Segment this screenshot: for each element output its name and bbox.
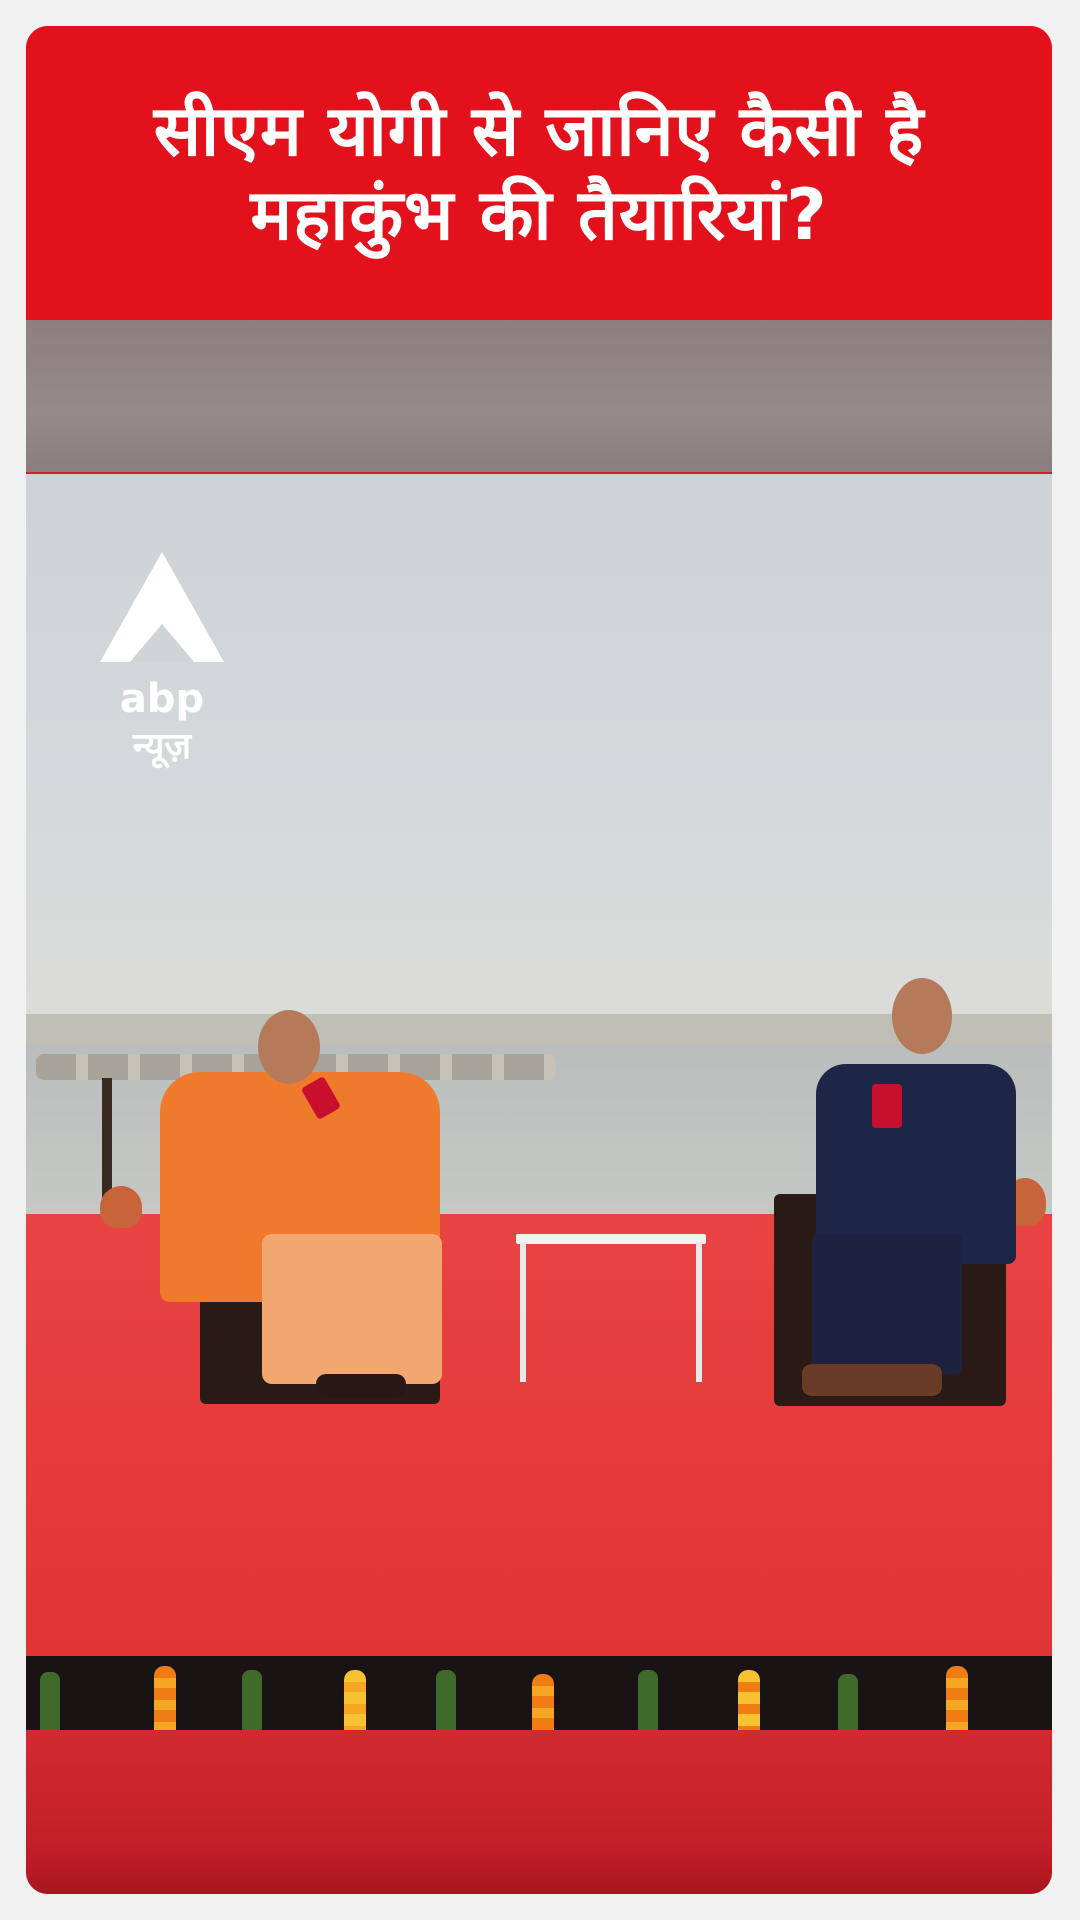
host-head [892,978,952,1054]
headline-line-2: महाकुंभ की तैयारियां? [250,174,828,256]
blurred-bottom-band [26,1730,1052,1894]
microphone-right [872,1084,902,1128]
headline-banner: सीएम योगी से जानिए कैसी है महाकुंभ की तै… [26,26,1052,320]
logo-brand-text: abp [119,676,205,722]
logo-hindi-text: न्यूज़ [132,726,192,767]
blurred-background-band [26,320,1052,472]
marigold-garland [946,1666,968,1730]
abp-triangle-icon [100,552,224,662]
video-card[interactable]: सीएम योगी से जानिए कैसी है महाकुंभ की तै… [26,26,1052,1894]
leaf-garland [838,1674,858,1730]
speaker-left-head [258,1010,320,1084]
host-trousers [812,1234,962,1374]
marigold-garland [344,1670,366,1730]
speaker-left-shoes [316,1374,406,1398]
abp-news-logo: abp न्यूज़ [92,552,232,769]
marigold-garland [532,1674,554,1730]
headline-line-1: सीएम योगी से जानिए कैसी है [153,90,925,172]
leaf-garland [40,1672,60,1730]
glass-table [516,1234,706,1384]
speaker-left-dhoti [262,1234,442,1384]
marigold-garland [738,1670,760,1730]
marigold-garland [154,1666,176,1730]
clay-pot-left [100,1186,142,1228]
video-frame[interactable]: abp न्यूज़ [26,474,1052,1730]
leaf-garland [436,1670,456,1730]
leaf-garland [638,1670,658,1730]
leaf-garland [242,1670,262,1730]
host-shoes [802,1364,942,1396]
